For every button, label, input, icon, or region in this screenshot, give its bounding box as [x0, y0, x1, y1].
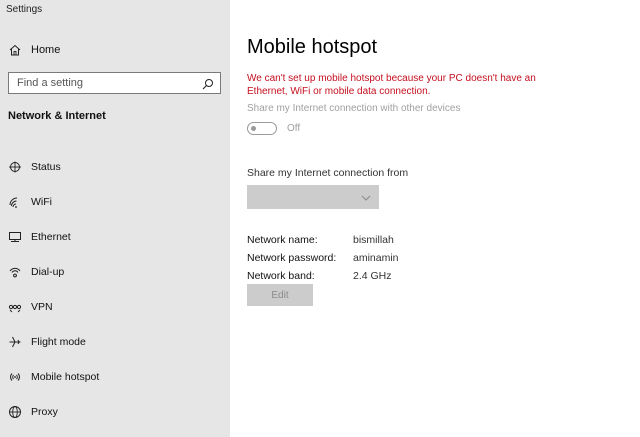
network-password-label: Network password: [247, 252, 337, 264]
page-title: Mobile hotspot [247, 36, 378, 58]
toggle-knob [251, 125, 256, 131]
search-box[interactable] [8, 72, 221, 94]
search-input[interactable] [17, 77, 202, 89]
vpn-icon [8, 300, 22, 314]
sidebar-item-label: Ethernet [31, 230, 71, 243]
home-label: Home [31, 44, 61, 56]
network-password-row: Network password: aminamin [247, 249, 399, 267]
sidebar-item-label: WiFi [31, 195, 52, 208]
network-band-value: 2.4 GHz [353, 270, 392, 282]
dialup-icon [8, 265, 22, 279]
nav-list: Status WiFi Ethernet Dial-up VPN Flight … [0, 149, 230, 429]
sidebar: Settings Home Network & Internet Status … [0, 0, 230, 437]
wifi-icon [8, 195, 22, 209]
sidebar-item-dialup[interactable]: Dial-up [0, 254, 230, 289]
airplane-icon [8, 335, 22, 349]
share-connection-label: Share my Internet connection with other … [247, 103, 461, 114]
error-message: We can't set up mobile hotspot because y… [247, 73, 536, 97]
sidebar-item-status[interactable]: Status [0, 149, 230, 184]
network-band-row: Network band: 2.4 GHz [247, 267, 399, 285]
edit-button[interactable]: Edit [247, 284, 313, 306]
sidebar-item-label: Dial-up [31, 265, 65, 278]
network-name-label: Network name: [247, 234, 318, 246]
ethernet-icon [8, 230, 22, 244]
window-title: Settings [6, 4, 43, 15]
home-nav-item[interactable]: Home [8, 41, 60, 59]
status-icon [8, 160, 22, 174]
network-properties: Network name: bismillah Network password… [247, 231, 399, 285]
home-icon [8, 43, 22, 57]
sidebar-item-label: VPN [31, 300, 53, 313]
share-from-dropdown[interactable] [247, 185, 379, 209]
sidebar-item-label: Mobile hotspot [31, 370, 100, 383]
sidebar-item-label: Status [31, 160, 61, 173]
sidebar-item-label: Proxy [31, 405, 58, 418]
sidebar-item-vpn[interactable]: VPN [0, 289, 230, 324]
network-band-label: Network band: [247, 270, 315, 282]
sidebar-item-flight-mode[interactable]: Flight mode [0, 324, 230, 359]
toggle-state-label: Off [287, 123, 301, 134]
search-icon[interactable] [202, 77, 214, 90]
sidebar-item-proxy[interactable]: Proxy [0, 394, 230, 429]
network-name-value: bismillah [353, 234, 394, 246]
main-content: Mobile hotspot We can't set up mobile ho… [230, 0, 640, 437]
chevron-down-icon [361, 188, 371, 206]
sidebar-item-mobile-hotspot[interactable]: Mobile hotspot [0, 359, 230, 394]
network-password-value: aminamin [353, 252, 399, 264]
section-title: Network & Internet [8, 110, 106, 122]
hotspot-icon [8, 370, 22, 384]
hotspot-toggle[interactable] [247, 122, 277, 135]
hotspot-toggle-row: Off [247, 122, 300, 135]
sidebar-item-label: Flight mode [31, 335, 86, 348]
share-from-label: Share my Internet connection from [247, 167, 409, 179]
sidebar-item-ethernet[interactable]: Ethernet [0, 219, 230, 254]
globe-icon [8, 405, 22, 419]
sidebar-item-wifi[interactable]: WiFi [0, 184, 230, 219]
network-name-row: Network name: bismillah [247, 231, 399, 249]
